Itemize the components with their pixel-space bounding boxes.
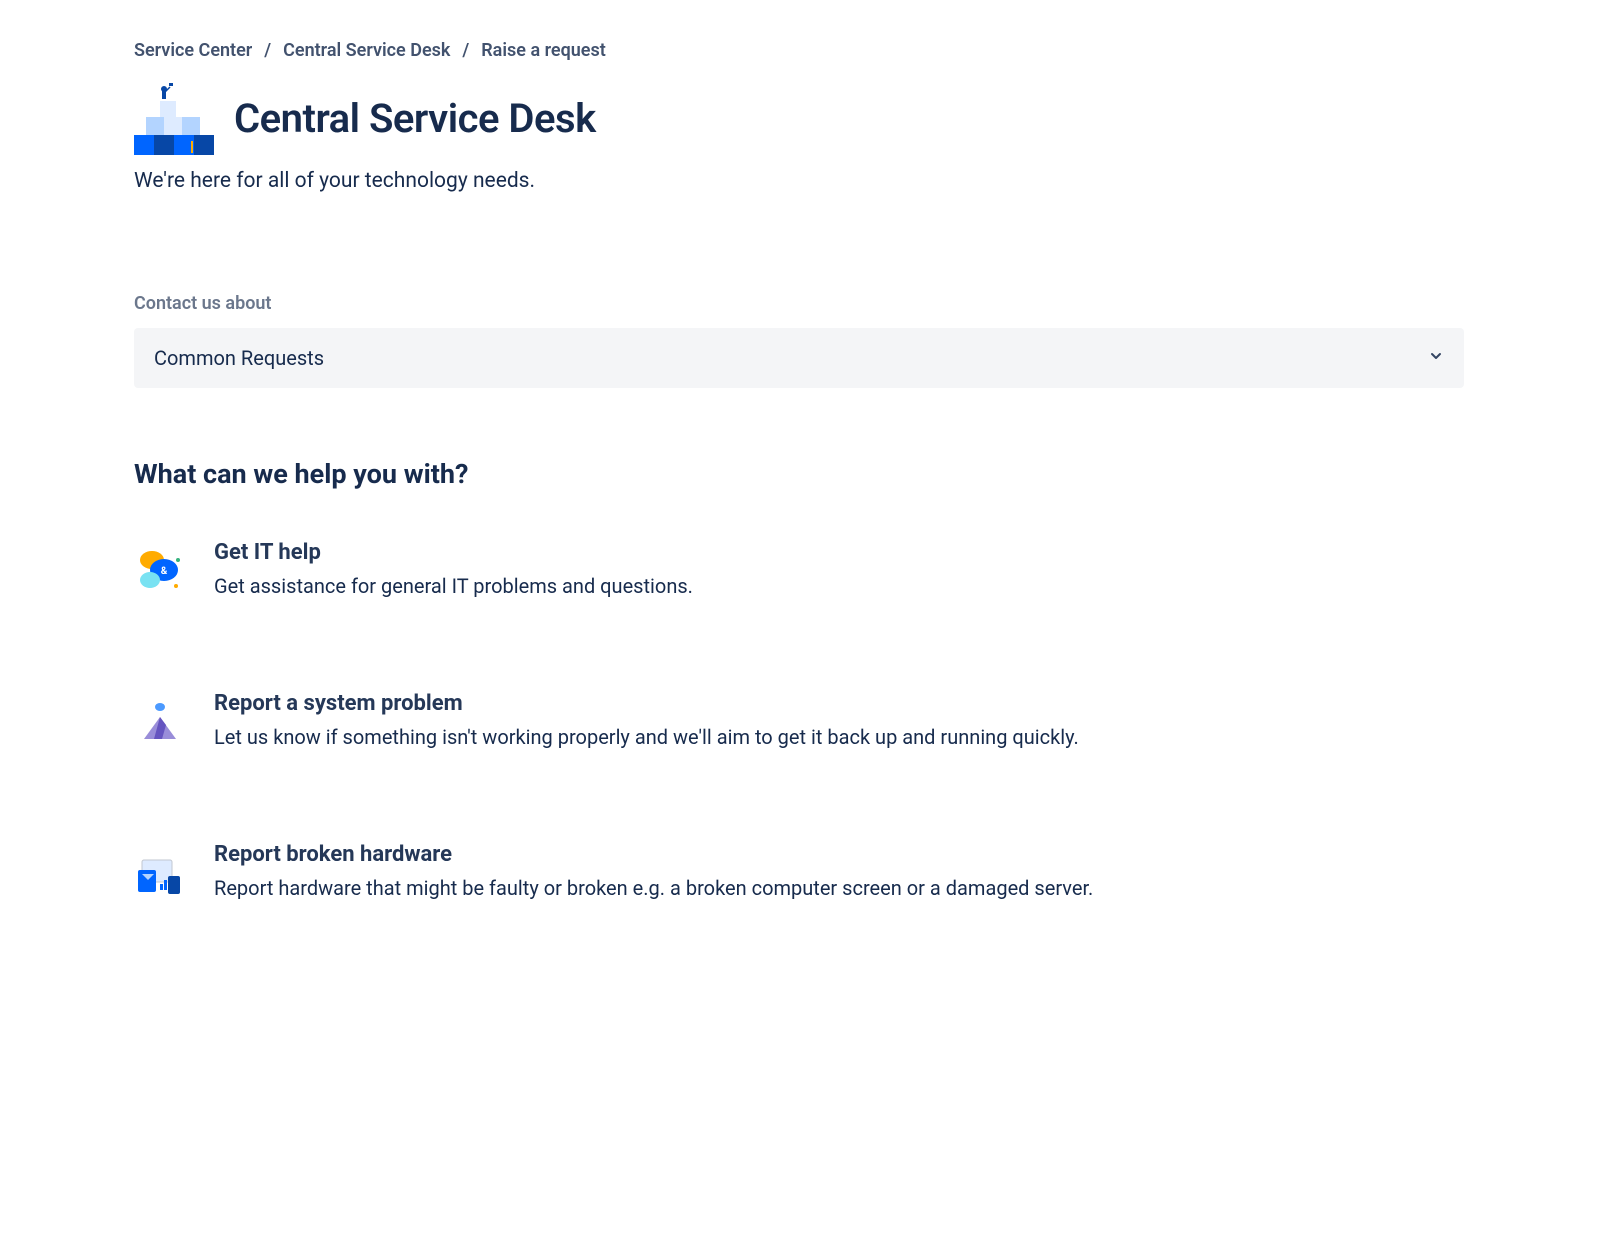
request-content: Report broken hardware Report hardware t… <box>214 842 1464 903</box>
request-get-it-help[interactable]: & Get IT help Get assistance for general… <box>134 540 1464 601</box>
service-desk-icon <box>134 81 214 155</box>
request-title: Report a system problem <box>214 691 1464 716</box>
page-header: Central Service Desk <box>134 81 1464 155</box>
svg-text:&: & <box>161 566 168 577</box>
page-title: Central Service Desk <box>234 95 596 142</box>
help-heading: What can we help you with? <box>134 458 1464 490</box>
request-description: Let us know if something isn't working p… <box>214 722 1464 752</box>
dropdown-selected-label: Common Requests <box>154 346 324 370</box>
contact-dropdown[interactable]: Common Requests <box>134 328 1464 388</box>
breadcrumb: Service Center / Central Service Desk / … <box>134 40 1464 61</box>
request-report-broken-hardware[interactable]: Report broken hardware Report hardware t… <box>134 842 1464 903</box>
request-content: Report a system problem Let us know if s… <box>214 691 1464 752</box>
devices-icon <box>134 846 186 898</box>
contact-label: Contact us about <box>134 293 1464 314</box>
breadcrumb-separator: / <box>462 40 469 61</box>
chevron-down-icon <box>1428 348 1444 368</box>
breadcrumb-separator: / <box>264 40 271 61</box>
request-description: Get assistance for general IT problems a… <box>214 571 1464 601</box>
request-title: Report broken hardware <box>214 842 1464 867</box>
breadcrumb-raise-request[interactable]: Raise a request <box>481 40 606 61</box>
breadcrumb-service-center[interactable]: Service Center <box>134 40 252 61</box>
request-description: Report hardware that might be faulty or … <box>214 873 1464 903</box>
page-subtitle: We're here for all of your technology ne… <box>134 169 1464 193</box>
request-report-system-problem[interactable]: Report a system problem Let us know if s… <box>134 691 1464 752</box>
breadcrumb-central-service-desk[interactable]: Central Service Desk <box>283 40 450 61</box>
request-title: Get IT help <box>214 540 1464 565</box>
mountain-flag-icon <box>134 695 186 747</box>
request-content: Get IT help Get assistance for general I… <box>214 540 1464 601</box>
chat-bubbles-icon: & <box>134 544 186 596</box>
